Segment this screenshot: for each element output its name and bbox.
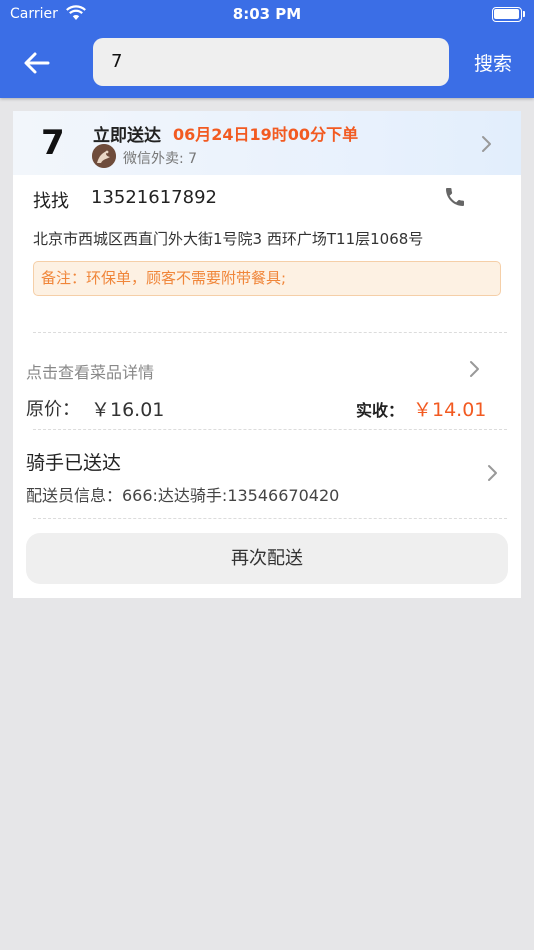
platform-label: 微信外卖: 7 — [123, 151, 198, 167]
app-header: Carrier 8:03 PM 7 搜索 — [0, 0, 534, 98]
customer-phone: 13521617892 — [91, 187, 217, 208]
search-button[interactable]: 搜索 — [474, 49, 512, 76]
original-price: ￥16.01 — [91, 399, 165, 421]
order-number: 7 — [41, 123, 65, 163]
rider-info: 配送员信息：666:达达骑手:13546670420 — [26, 486, 340, 505]
divider — [33, 429, 507, 430]
back-arrow-icon[interactable] — [22, 49, 52, 77]
order-header[interactable]: 7 立即送达 06月24日19时00分下单 微信外卖: 7 — [13, 111, 521, 175]
delivery-type: 立即送达 — [93, 126, 161, 146]
search-input[interactable]: 7 — [93, 38, 449, 86]
dish-details-link[interactable]: 点击查看菜品详情 — [26, 359, 154, 383]
paid-amount: ￥14.01 — [413, 399, 487, 421]
customer-name: 找找 — [33, 191, 69, 212]
paid-label: 实收： — [356, 401, 405, 420]
order-card: 7 立即送达 06月24日19时00分下单 微信外卖: 7 找找 1352161… — [13, 111, 521, 598]
order-remark: 备注：环保单，顾客不需要附带餐具; — [33, 261, 501, 296]
redeliver-button[interactable]: 再次配送 — [26, 533, 508, 584]
rider-status: 骑手已送达 — [26, 452, 122, 474]
original-price-label: 原价： — [26, 399, 80, 420]
status-time: 8:03 PM — [232, 5, 302, 23]
order-time: 06月24日19时00分下单 — [173, 125, 359, 144]
phone-icon[interactable] — [443, 185, 467, 209]
divider — [33, 518, 507, 519]
chevron-right-icon[interactable] — [487, 464, 499, 482]
status-bar: Carrier 8:03 PM — [0, 0, 534, 28]
battery-icon — [492, 7, 526, 22]
chevron-right-icon — [470, 361, 479, 377]
platform-avatar — [92, 144, 116, 168]
divider — [33, 332, 507, 333]
chevron-right-icon — [482, 136, 491, 152]
delivery-address: 北京市西城区西直门外大街1号院3 西环广场T11层1068号 — [33, 230, 424, 248]
